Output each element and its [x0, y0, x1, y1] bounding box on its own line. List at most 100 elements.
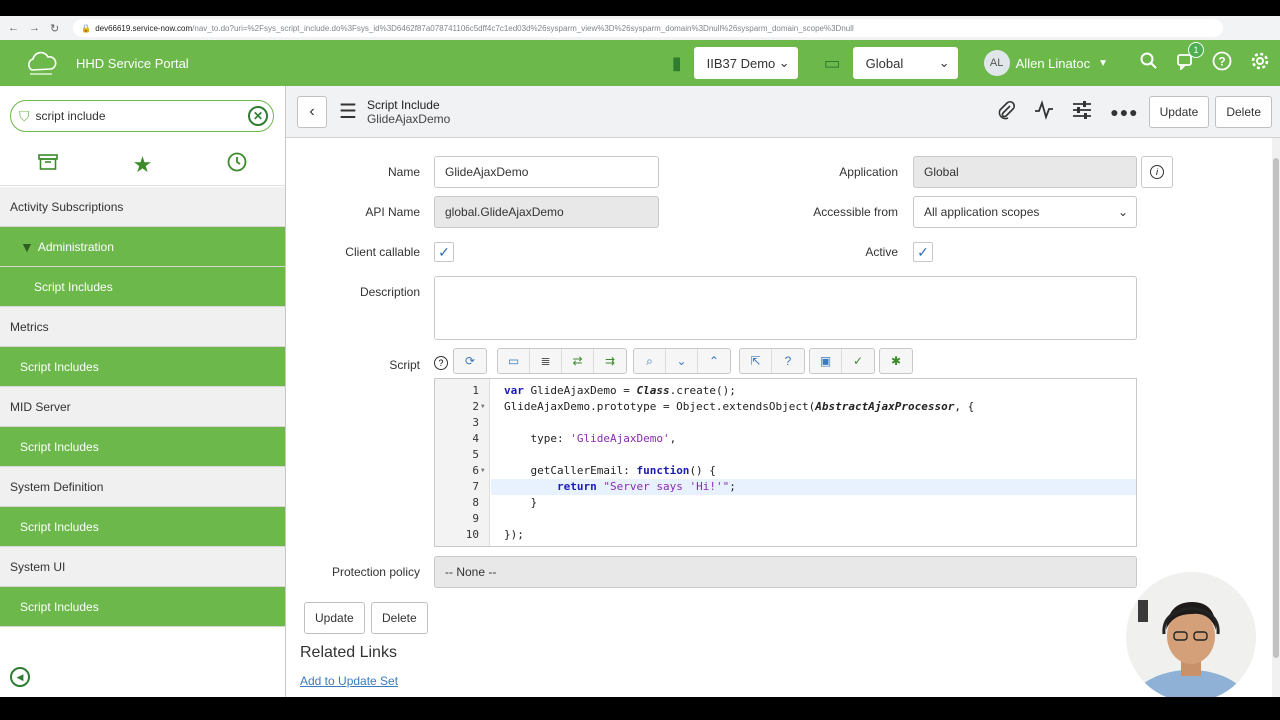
gear-icon[interactable]: [1250, 51, 1270, 76]
delete-button[interactable]: Delete: [1215, 96, 1272, 128]
replace-all-icon[interactable]: ⇉: [594, 349, 626, 373]
brand-title[interactable]: HHD Service Portal: [76, 56, 189, 71]
nav-module[interactable]: Script Includes: [0, 267, 285, 307]
line-number: 1: [472, 384, 479, 397]
save-icon[interactable]: ▣: [810, 349, 842, 373]
check-syntax-icon[interactable]: ✓: [842, 349, 874, 373]
screen: ← → ↻ 🔒 dev66619.service-now.com /nav_to…: [0, 0, 1280, 720]
update-button[interactable]: Update: [304, 602, 365, 634]
paperclip-icon[interactable]: [996, 100, 1016, 125]
nav-module-label: Script Includes: [34, 279, 113, 294]
script-toolbar-group: ⌕ ⌄ ⌃: [633, 348, 731, 374]
description-field[interactable]: [434, 276, 1137, 340]
browser-forward-icon[interactable]: →: [29, 22, 40, 35]
filter-icon: ⛉: [19, 107, 30, 124]
personalize-icon[interactable]: [1072, 100, 1092, 125]
nav-module[interactable]: System Definition: [0, 467, 285, 507]
chat-icon[interactable]: 1: [1176, 41, 1204, 75]
collapse-navigator-icon[interactable]: ◀: [10, 667, 30, 687]
form-header-actions: ●●● Update Delete: [996, 96, 1272, 128]
format-code-icon[interactable]: ≣: [530, 349, 562, 373]
nav-module[interactable]: Activity Subscriptions: [0, 187, 285, 227]
search-icon[interactable]: [1140, 52, 1158, 75]
fullscreen-icon[interactable]: ⇱: [740, 349, 772, 373]
nav-module-label: Metrics: [10, 319, 49, 334]
checkmark-icon: ✓: [438, 243, 450, 260]
more-options-icon[interactable]: ●●●: [1110, 104, 1138, 120]
api-name-label: API Name: [365, 205, 420, 219]
find-previous-icon[interactable]: ⌃: [698, 349, 730, 373]
navigator-tabs: ★: [0, 144, 285, 186]
caret-down-icon: ▼: [20, 238, 34, 255]
cloud-logo-icon[interactable]: [22, 45, 60, 81]
protection-policy-select[interactable]: -- None --: [434, 556, 1137, 588]
fold-icon[interactable]: ▼: [481, 403, 485, 410]
user-menu[interactable]: Allen Linatoc: [1016, 56, 1090, 71]
client-callable-checkbox[interactable]: ✓: [434, 242, 454, 262]
nav-module[interactable]: Script Includes: [0, 507, 285, 547]
update-set-select[interactable]: IIB37 Demo ⌄: [693, 47, 798, 79]
replace-icon[interactable]: ⇄: [562, 349, 594, 373]
nav-module[interactable]: Script Includes: [0, 427, 285, 467]
info-icon: i: [1150, 165, 1164, 179]
application-scope-value: Global: [865, 55, 904, 71]
avatar[interactable]: AL: [983, 50, 1010, 76]
fold-icon[interactable]: ▼: [481, 467, 485, 474]
nav-module-label: Activity Subscriptions: [10, 199, 124, 214]
application-info-button[interactable]: i: [1141, 156, 1173, 188]
add-to-update-set-link[interactable]: Add to Update Set: [300, 674, 398, 688]
nav-module-label: MID Server: [10, 399, 71, 414]
toggle-syntax-icon[interactable]: ⟳: [454, 349, 486, 373]
scrollbar[interactable]: [1272, 138, 1280, 697]
nav-module-label: Script Includes: [20, 519, 99, 534]
nav-module-label: Script Includes: [20, 439, 99, 454]
debug-icon[interactable]: ✱: [880, 349, 912, 373]
video-bottom-bar: [0, 697, 1280, 720]
scrollbar-thumb[interactable]: [1273, 158, 1279, 658]
question-icon[interactable]: ?: [772, 349, 804, 373]
application-navigator: ⛉ script include ✕ ★ Activity Subscripti…: [0, 86, 286, 697]
back-button[interactable]: ‹: [297, 95, 327, 128]
nav-module[interactable]: Metrics: [0, 307, 285, 347]
update-button[interactable]: Update: [1148, 96, 1210, 128]
clear-filter-icon[interactable]: ✕: [248, 106, 268, 126]
protection-policy-label: Protection policy: [331, 565, 420, 579]
nav-module[interactable]: ▼ Administration: [0, 227, 285, 267]
help-icon[interactable]: ?: [434, 356, 448, 370]
nav-module-label: Script Includes: [20, 359, 99, 374]
nav-module[interactable]: MID Server: [0, 387, 285, 427]
line-number: 6: [472, 464, 479, 477]
activity-icon[interactable]: [1034, 99, 1054, 125]
browser-toolbar: ← → ↻ 🔒 dev66619.service-now.com /nav_to…: [0, 16, 1280, 40]
nav-module[interactable]: System UI: [0, 547, 285, 587]
caret-down-icon[interactable]: ▼: [1098, 58, 1108, 69]
nav-module[interactable]: Script Includes: [0, 347, 285, 387]
all-apps-tab-icon[interactable]: [37, 153, 58, 176]
browser-back-icon[interactable]: ←: [8, 22, 19, 35]
help-icon[interactable]: ?: [1212, 51, 1232, 76]
name-label: Name: [387, 165, 420, 179]
name-field[interactable]: GlideAjaxDemo: [434, 156, 659, 188]
accessible-from-select[interactable]: All application scopes ⌄: [913, 196, 1137, 228]
search-icon[interactable]: ⌕: [634, 349, 666, 373]
address-bar[interactable]: 🔒 dev66619.service-now.com /nav_to.do?ur…: [73, 19, 1224, 37]
nav-module-label: Administration: [37, 239, 114, 254]
filter-input[interactable]: script include: [36, 109, 106, 123]
history-tab-icon[interactable]: [227, 152, 247, 177]
script-editor[interactable]: 1 2 ▼ 3 4 5 6 ▼ 7 8 9 10 var GlideAjaxDe…: [434, 378, 1137, 547]
find-next-icon[interactable]: ⌄: [666, 349, 698, 373]
script-toolbar-group: ▭ ≣ ⇄ ⇉: [497, 348, 627, 374]
delete-button[interactable]: Delete: [371, 602, 428, 634]
code-line: return "Server says 'Hi!'";: [556, 480, 736, 493]
favorites-tab-icon[interactable]: ★: [133, 152, 153, 178]
navigator-filter[interactable]: ⛉ script include ✕: [10, 100, 274, 132]
nav-module[interactable]: Script Includes: [0, 587, 285, 627]
application-scope-select[interactable]: Global ⌄: [852, 47, 958, 79]
active-checkbox[interactable]: ✓: [913, 242, 933, 262]
browser-reload-icon[interactable]: ↻: [50, 22, 59, 35]
nav-module-label: System UI: [10, 559, 66, 574]
nav-module-label: System Definition: [10, 479, 104, 494]
comment-icon[interactable]: ▭: [498, 349, 530, 373]
context-menu-icon[interactable]: ☰: [339, 99, 357, 124]
line-number: 3: [472, 416, 479, 429]
